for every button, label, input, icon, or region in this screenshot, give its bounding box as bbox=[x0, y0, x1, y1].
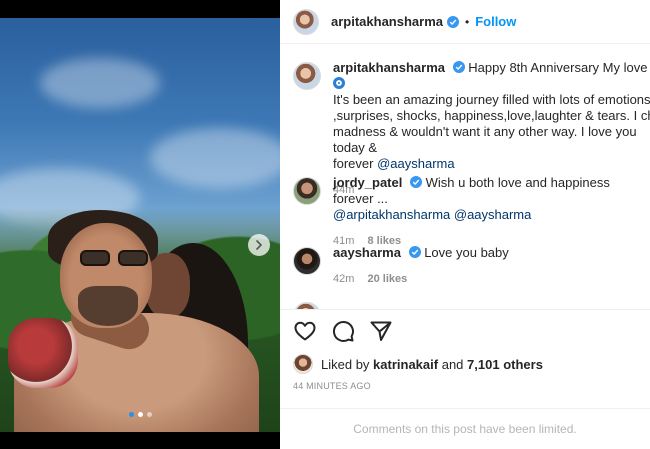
caption-line: It's been an amazing journey filled with… bbox=[333, 92, 650, 107]
likes-summary: Liked by katrinakaif and 7,101 others bbox=[293, 354, 543, 374]
verified-icon bbox=[447, 15, 459, 28]
comment-username[interactable]: jordy_patel bbox=[333, 175, 402, 190]
comment-username[interactable]: arpitakhansharma bbox=[333, 60, 445, 75]
liker-username[interactable]: katrinakaif bbox=[373, 357, 438, 372]
heart-icon[interactable] bbox=[293, 319, 317, 343]
mention-link[interactable]: @arpitakhansharma @aaysharma bbox=[333, 207, 531, 222]
post-details-panel: arpitakhansharma • Follow arpitakhanshar… bbox=[280, 0, 650, 449]
post-timestamp[interactable]: 44 MINUTES AGO bbox=[293, 381, 371, 391]
commenter-avatar[interactable] bbox=[293, 302, 321, 309]
likes-and: and bbox=[441, 356, 464, 372]
comment-meta: 42m 20 likes bbox=[333, 271, 650, 287]
carousel-dots bbox=[0, 412, 280, 417]
chevron-right-icon bbox=[256, 240, 263, 250]
share-icon[interactable] bbox=[369, 319, 393, 343]
carousel-dot-2[interactable] bbox=[137, 412, 143, 417]
comment-likes[interactable]: 20 likes bbox=[367, 273, 407, 285]
comment-list: arpitakhansharma Happy 8th Anniversary M… bbox=[280, 44, 650, 309]
comments-limited-notice: Comments on this post have been limited. bbox=[280, 408, 650, 449]
comment-time[interactable]: 42m bbox=[333, 273, 354, 285]
author-avatar[interactable] bbox=[293, 62, 321, 90]
comment-text: Love you baby bbox=[424, 245, 509, 260]
post-photo-panel bbox=[0, 0, 280, 449]
caption-line: forever bbox=[333, 156, 374, 171]
carousel-dot-3[interactable] bbox=[146, 412, 152, 417]
caption-line: Happy 8th Anniversary My love bbox=[468, 60, 648, 75]
likes-count[interactable]: 7,101 others bbox=[467, 357, 543, 372]
caption-line: madness & wouldn't want it any other way… bbox=[333, 124, 637, 155]
comment-item: jordy_patel Wish u both love and happine… bbox=[293, 175, 650, 249]
separator: • bbox=[465, 14, 470, 29]
action-bar bbox=[280, 309, 650, 351]
blue-circle-emoji-icon bbox=[333, 77, 345, 89]
comment-item: aaysharma Love you baby 42m 20 likes bbox=[293, 245, 650, 287]
post-photo bbox=[0, 18, 280, 432]
liker-avatar[interactable] bbox=[293, 354, 313, 374]
verified-icon bbox=[408, 246, 421, 258]
carousel-next-button[interactable] bbox=[248, 234, 270, 256]
commenter-avatar[interactable] bbox=[293, 247, 321, 275]
caption-line: ,surprises, shocks, happiness,love,laugh… bbox=[333, 108, 650, 123]
carousel-dot-1[interactable] bbox=[128, 412, 134, 417]
post-header: arpitakhansharma • Follow bbox=[280, 0, 650, 44]
author-avatar[interactable] bbox=[293, 8, 319, 35]
commenter-avatar[interactable] bbox=[293, 177, 321, 205]
verified-icon bbox=[409, 176, 422, 188]
mention-link[interactable]: @aaysharma bbox=[377, 156, 455, 171]
author-username[interactable]: arpitakhansharma bbox=[331, 14, 443, 29]
likes-prefix: Liked by bbox=[321, 356, 370, 372]
comment-username[interactable]: aaysharma bbox=[333, 245, 401, 260]
comment-icon[interactable] bbox=[331, 319, 355, 343]
follow-button[interactable]: Follow bbox=[475, 14, 516, 29]
verified-icon bbox=[452, 61, 465, 73]
